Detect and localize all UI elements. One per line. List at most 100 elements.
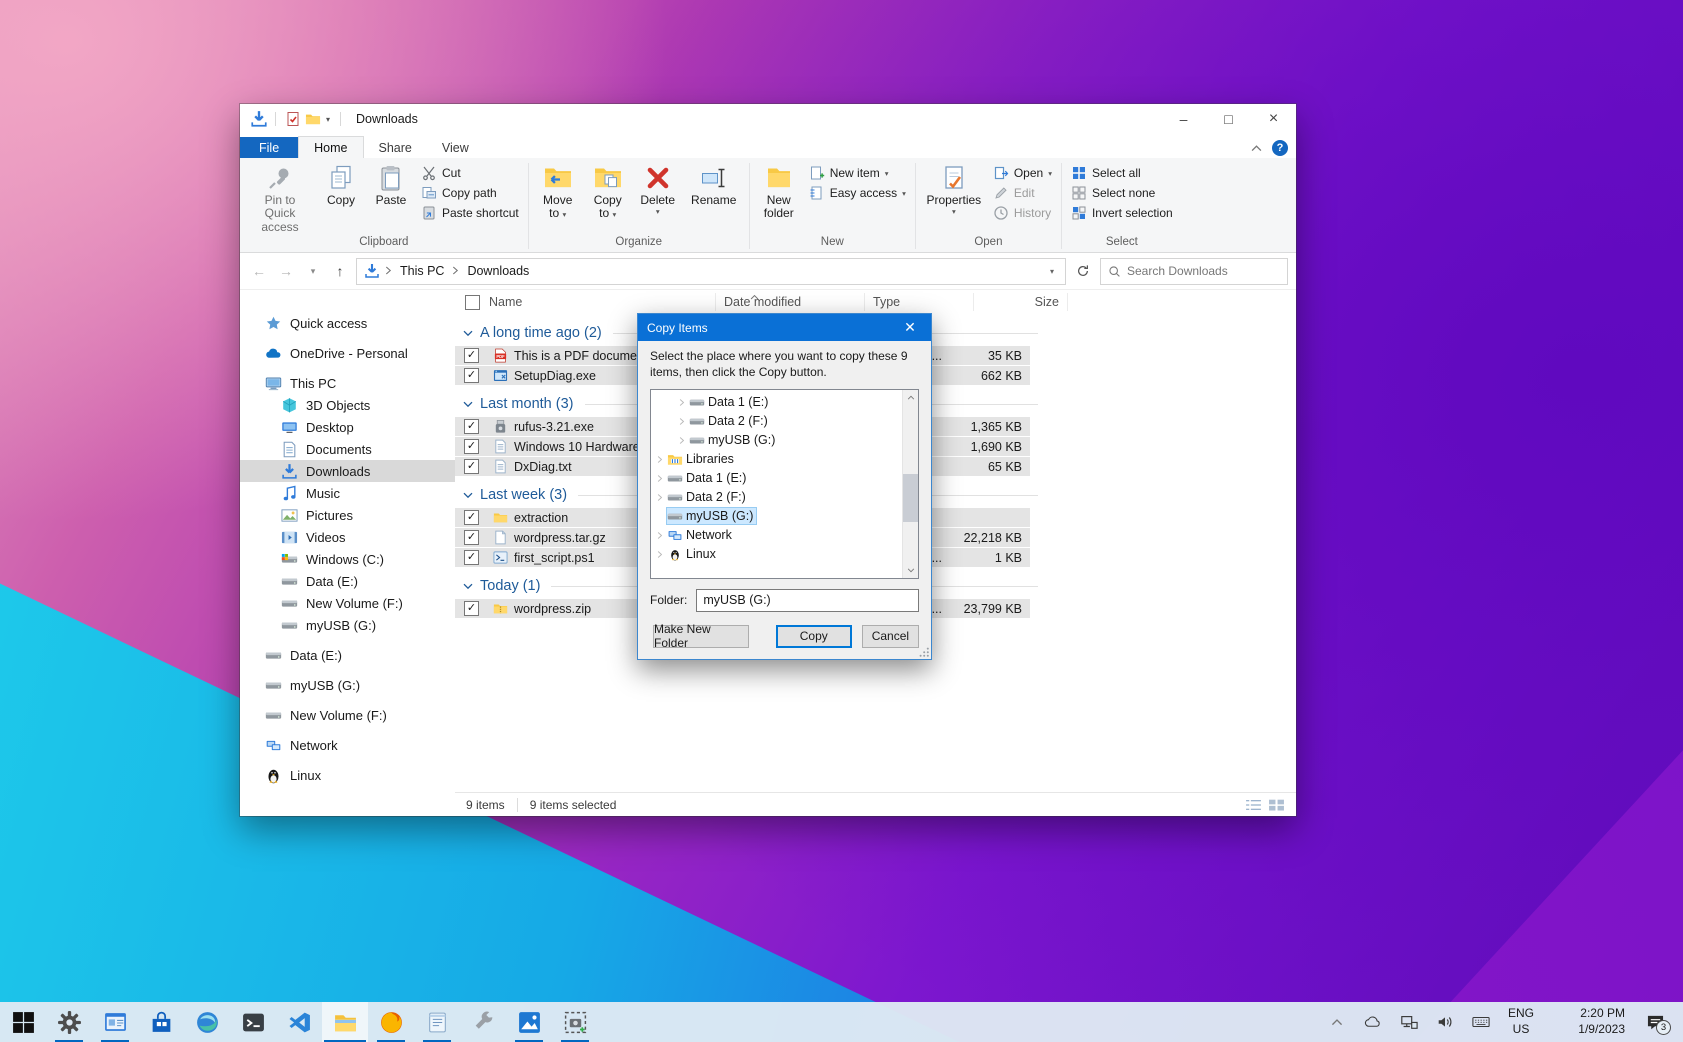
history-button[interactable]: History (993, 205, 1052, 221)
taskbar-microsoft-store-icon[interactable] (138, 1002, 184, 1042)
column-name[interactable]: Name (455, 293, 716, 311)
sidebar-item-downloads[interactable]: Downloads (240, 460, 455, 482)
maximize-button[interactable]: □ (1206, 104, 1251, 134)
close-button[interactable]: × (1251, 104, 1296, 134)
sidebar-item-new-volume-f-[interactable]: New Volume (F:) (240, 592, 455, 614)
sidebar-item-pictures[interactable]: Pictures (240, 504, 455, 526)
expand-chevron-icon[interactable] (653, 531, 667, 540)
make-new-folder-button[interactable]: Make New Folder (653, 625, 749, 648)
invert-selection-button[interactable]: Invert selection (1071, 205, 1173, 221)
taskbar-photos-icon[interactable] (506, 1002, 552, 1042)
forward-button[interactable]: → (275, 263, 297, 279)
row-checkbox[interactable]: ✓ (455, 459, 493, 474)
search-input[interactable]: Search Downloads (1100, 258, 1288, 285)
sidebar-item-quick-access[interactable]: Quick access (240, 312, 455, 334)
sidebar-item-windows-c-[interactable]: Windows (C:) (240, 548, 455, 570)
qat-properties-icon[interactable] (285, 111, 301, 127)
sidebar-item-network[interactable]: Network (240, 734, 455, 756)
sidebar-item-3d-objects[interactable]: 3D Objects (240, 394, 455, 416)
row-checkbox[interactable]: ✓ (455, 510, 493, 525)
sidebar-item-new-volume-f-[interactable]: New Volume (F:) (240, 704, 455, 726)
sidebar-item-data-e-[interactable]: Data (E:) (240, 644, 455, 666)
tab-share[interactable]: Share (364, 137, 427, 158)
large-icons-view-button[interactable] (1268, 798, 1285, 812)
taskbar-settings-gear-icon[interactable] (46, 1002, 92, 1042)
group-collapse-icon[interactable] (463, 578, 473, 594)
expand-chevron-icon[interactable] (653, 474, 667, 483)
sidebar-item-onedrive-personal[interactable]: OneDrive - Personal (240, 342, 455, 364)
taskbar-snipping-tool-icon[interactable] (552, 1002, 598, 1042)
up-button[interactable]: ↑ (329, 263, 351, 279)
column-date-modified[interactable]: Date modified (716, 293, 865, 311)
back-button[interactable]: ← (248, 263, 270, 279)
action-center-icon[interactable]: 3 (1633, 1002, 1677, 1042)
recent-locations-icon[interactable]: ▾ (302, 266, 324, 277)
select-all-button[interactable]: Select all (1071, 165, 1173, 181)
tree-scrollbar[interactable] (902, 390, 918, 578)
paste-shortcut-button[interactable]: Paste shortcut (421, 205, 519, 221)
taskbar-system-window-icon[interactable] (92, 1002, 138, 1042)
touch-keyboard-icon[interactable] (1463, 1002, 1499, 1042)
breadcrumb-this-pc[interactable]: This PC (395, 264, 449, 278)
copy-button[interactable]: Copy (316, 161, 366, 207)
clock[interactable]: 2:20 PM 1/9/2023 (1543, 1006, 1633, 1037)
folder-input[interactable]: myUSB (G:) (696, 589, 919, 612)
sidebar-item-data-e-[interactable]: Data (E:) (240, 570, 455, 592)
volume-tray-icon[interactable] (1427, 1002, 1463, 1042)
collapse-ribbon-icon[interactable] (1251, 141, 1262, 155)
expand-chevron-icon[interactable] (675, 417, 689, 426)
row-checkbox[interactable]: ✓ (455, 530, 493, 545)
taskbar-firefox-icon[interactable] (368, 1002, 414, 1042)
column-size[interactable]: Size (974, 293, 1068, 311)
language-indicator[interactable]: ENG US (1499, 1006, 1543, 1037)
onedrive-tray-icon[interactable] (1355, 1002, 1391, 1042)
sidebar-item-desktop[interactable]: Desktop (240, 416, 455, 438)
cancel-button[interactable]: Cancel (862, 625, 919, 648)
scroll-up-icon[interactable] (903, 390, 918, 405)
taskbar-gray-tool-icon[interactable] (460, 1002, 506, 1042)
new-folder-button[interactable]: New folder (754, 161, 804, 221)
expand-chevron-icon[interactable] (653, 550, 667, 559)
sidebar-item-documents[interactable]: Documents (240, 438, 455, 460)
tab-view[interactable]: View (427, 137, 484, 158)
open-button[interactable]: Open▾ (993, 165, 1052, 181)
taskbar-windows-start-icon[interactable] (0, 1002, 46, 1042)
edit-button[interactable]: Edit (993, 185, 1052, 201)
sidebar-item-linux[interactable]: Linux (240, 764, 455, 786)
qat-new-folder-icon[interactable] (305, 111, 321, 127)
scrollbar-thumb[interactable] (903, 474, 918, 521)
tree-item-myusb-g-[interactable]: myUSB (G:) (651, 431, 918, 450)
breadcrumb-downloads[interactable]: Downloads (462, 264, 534, 278)
row-checkbox[interactable]: ✓ (455, 348, 493, 363)
taskbar-terminal-icon[interactable] (230, 1002, 276, 1042)
tab-file[interactable]: File (240, 137, 298, 158)
sidebar-item-this-pc[interactable]: This PC (240, 372, 455, 394)
copy-path-button[interactable]: Copy path (421, 185, 519, 201)
copy-button[interactable]: Copy (776, 625, 852, 648)
address-dropdown-icon[interactable]: ▾ (1044, 267, 1060, 276)
copy-to-button[interactable]: Copy to ▾ (583, 161, 633, 221)
pin-to-quick-access-button[interactable]: Pin to Quick access (244, 161, 316, 234)
select-all-checkbox[interactable] (465, 295, 480, 310)
select-none-button[interactable]: Select none (1071, 185, 1173, 201)
rename-button[interactable]: Rename (683, 161, 745, 207)
group-collapse-icon[interactable] (463, 325, 473, 341)
network-tray-icon[interactable] (1391, 1002, 1427, 1042)
sidebar-item-myusb-g-[interactable]: myUSB (G:) (240, 674, 455, 696)
tree-item-linux[interactable]: Linux (651, 545, 918, 564)
details-view-button[interactable] (1245, 798, 1262, 812)
expand-chevron-icon[interactable] (653, 493, 667, 502)
cut-button[interactable]: Cut (421, 165, 519, 181)
group-collapse-icon[interactable] (463, 487, 473, 503)
sidebar-item-videos[interactable]: Videos (240, 526, 455, 548)
move-to-button[interactable]: Move to ▾ (533, 161, 583, 221)
properties-button[interactable]: Properties▾ (920, 161, 988, 217)
row-checkbox[interactable]: ✓ (455, 419, 493, 434)
taskbar-file-explorer-icon[interactable] (322, 1002, 368, 1042)
tree-item-data-1-e-[interactable]: Data 1 (E:) (651, 469, 918, 488)
tree-item-data-1-e-[interactable]: Data 1 (E:) (651, 393, 918, 412)
easy-access-button[interactable]: Easy access▾ (809, 185, 906, 201)
expand-chevron-icon[interactable] (675, 436, 689, 445)
refresh-button[interactable] (1071, 259, 1095, 283)
row-checkbox[interactable]: ✓ (455, 439, 493, 454)
